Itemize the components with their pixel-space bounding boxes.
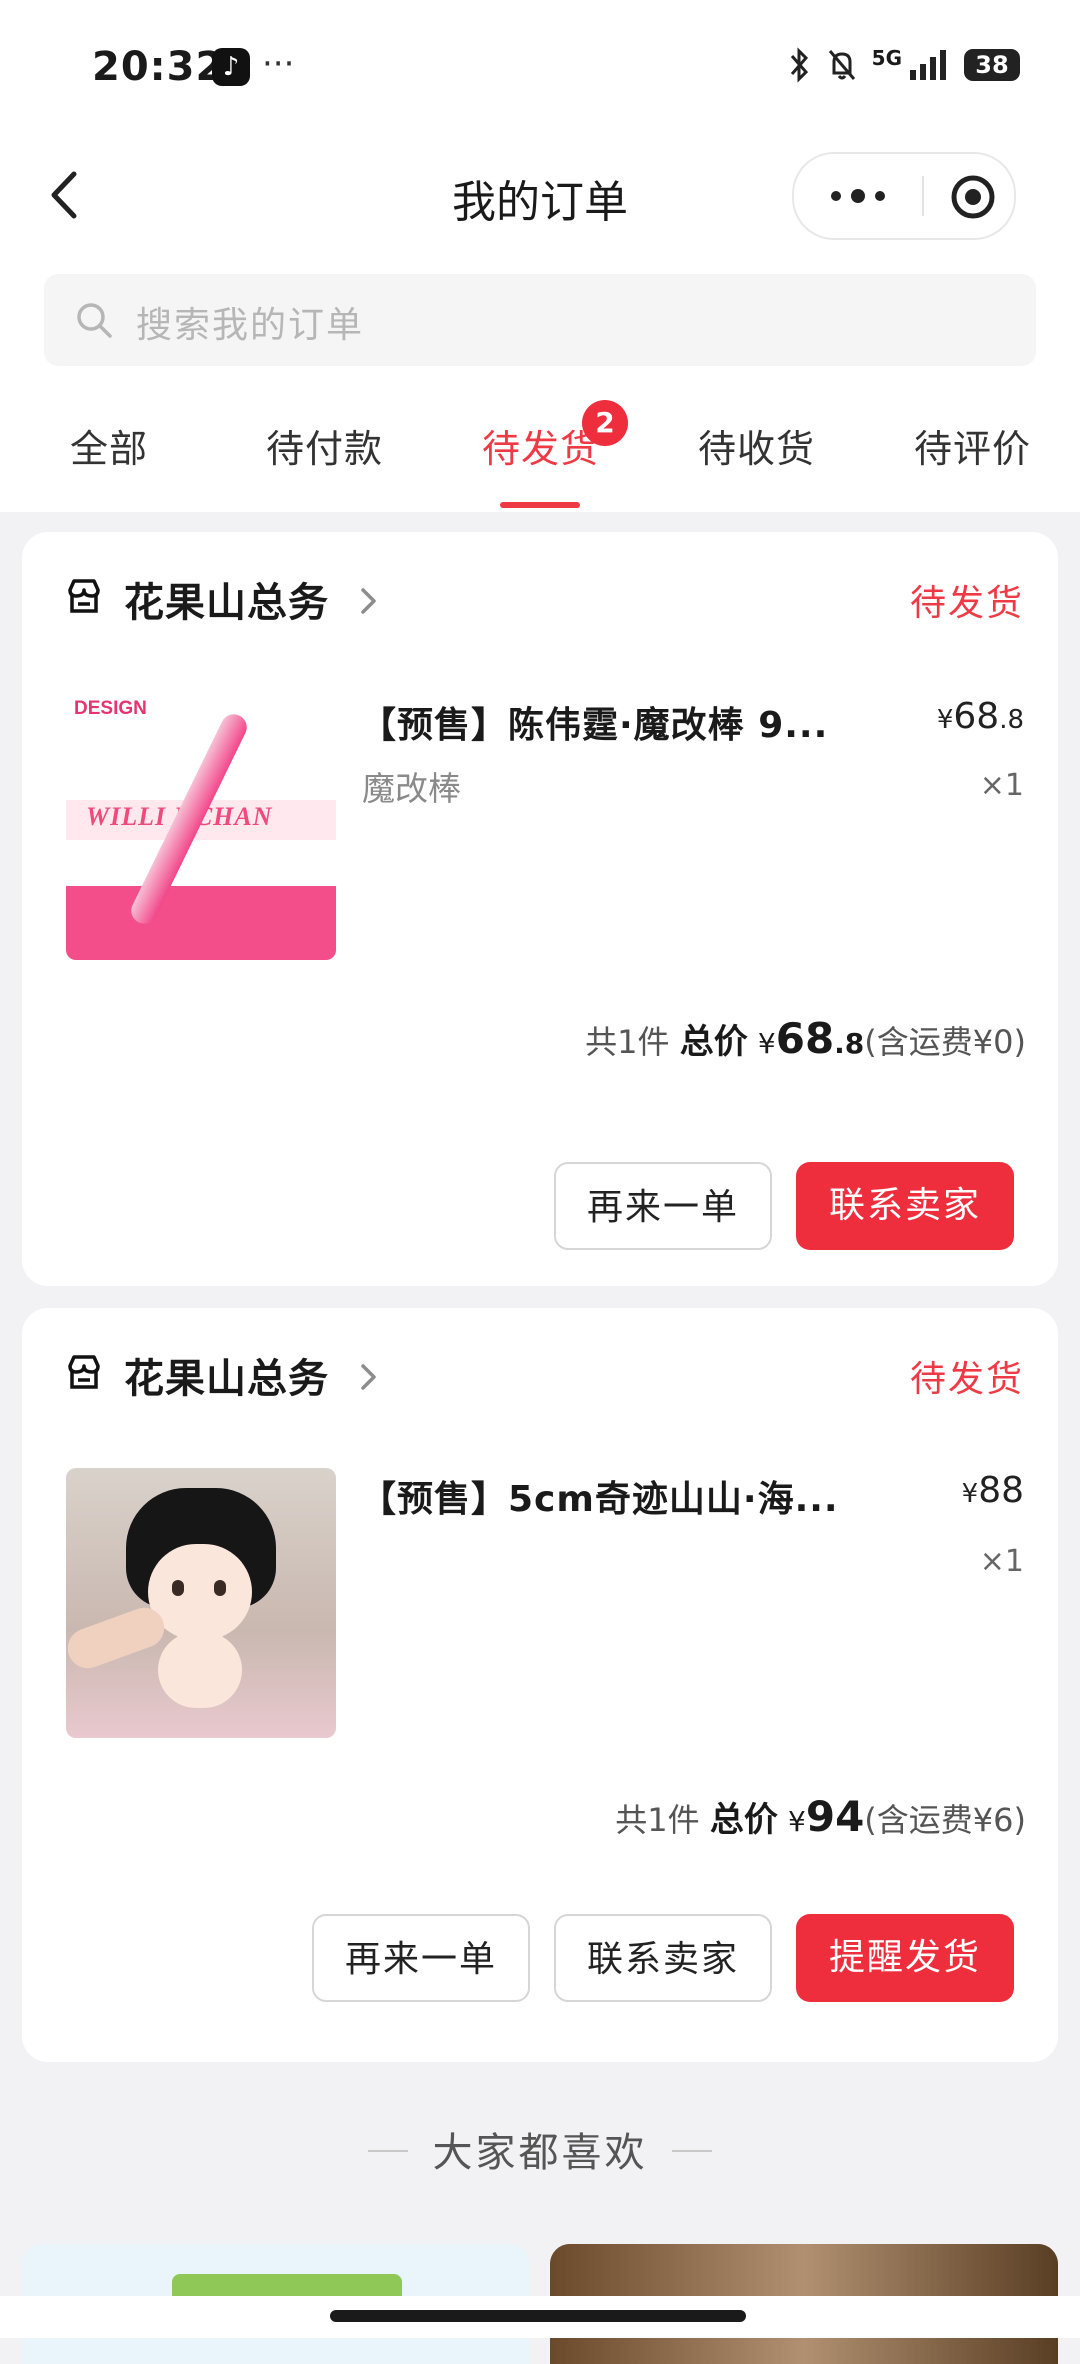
product-spec: 魔改棒 — [362, 769, 461, 808]
product-quantity: ×1 — [979, 1544, 1024, 1579]
tab-pending-receipt[interactable]: 待收货 — [698, 418, 815, 473]
battery-icon: 38 — [964, 49, 1020, 81]
tiktok-icon: ♪ — [212, 48, 250, 86]
order-tabs: 全部 待付款 待发货 2 待收货 待评价 — [0, 370, 1080, 512]
product-price: ¥88 — [961, 1470, 1024, 1511]
mute-bell-icon — [828, 50, 855, 80]
navigation-bar: 我的订单 — [0, 140, 1080, 260]
shop-icon — [68, 579, 100, 613]
thumb-pink-base — [66, 886, 336, 960]
contact-seller-button[interactable]: 联系卖家 — [796, 1162, 1014, 1250]
capsule-divider — [922, 176, 924, 216]
hand-shape — [66, 1602, 170, 1674]
tab-count-badge: 2 — [582, 400, 628, 446]
tab-pending-payment[interactable]: 待付款 — [266, 418, 383, 473]
product-price: ¥68.8 — [936, 696, 1024, 737]
signal-icon — [910, 50, 946, 80]
target-icon[interactable] — [950, 174, 996, 220]
product-quantity: ×1 — [979, 768, 1024, 803]
plush-eye-right — [214, 1580, 226, 1596]
more-dots-icon[interactable] — [828, 186, 888, 206]
search-placeholder: 搜索我的订单 — [136, 305, 365, 346]
order-status: 待发货 — [909, 583, 1024, 624]
tab-all[interactable]: 全部 — [70, 418, 148, 473]
order-status: 待发货 — [909, 1359, 1024, 1400]
divider-line — [672, 2150, 712, 2152]
chevron-right-icon[interactable] — [358, 586, 380, 616]
bluetooth-icon — [790, 47, 808, 83]
plush-eye-left — [172, 1580, 184, 1596]
more-notifications-icon: ··· — [262, 44, 295, 84]
recommend-title: 大家都喜欢 — [432, 2130, 648, 2176]
search-area: 搜索我的订单 — [0, 260, 1080, 370]
search-input[interactable]: 搜索我的订单 — [44, 274, 1036, 366]
order-summary: 共1件 总价 ¥94(含运费¥6) — [615, 1792, 1026, 1841]
contact-seller-button[interactable]: 联系卖家 — [554, 1914, 772, 2002]
order-summary: 共1件 总价 ¥68.8(含运费¥0) — [585, 1014, 1026, 1063]
thumb-design-text: DESIGN — [74, 698, 147, 719]
shop-name[interactable]: 花果山总务 — [124, 570, 329, 628]
product-image[interactable] — [66, 1468, 336, 1738]
status-bar: 20:32 ♪ ··· 5G 38 — [0, 0, 1080, 140]
product-title[interactable]: 【预售】陈伟霆·魔改棒 9... — [360, 696, 828, 748]
order-card[interactable]: 花果山总务 待发货 【预售】5cm奇迹山山·海... ¥88 ×1 共1件 总价… — [22, 1308, 1058, 2062]
home-indicator[interactable] — [330, 2310, 746, 2322]
miniprogram-capsule — [792, 152, 1016, 240]
network-label: 5G — [871, 46, 902, 70]
remind-shipment-button[interactable]: 提醒发货 — [796, 1914, 1014, 2002]
active-tab-indicator — [500, 502, 580, 508]
status-time: 20:32 — [92, 44, 225, 90]
shop-icon — [68, 1355, 100, 1389]
search-icon — [77, 303, 112, 338]
shop-name[interactable]: 花果山总务 — [124, 1346, 329, 1404]
order-card[interactable]: 花果山总务 待发货 DESIGN WILLI HCHAN 【预售】陈伟霆·魔改棒… — [22, 532, 1058, 1286]
chevron-right-icon[interactable] — [358, 1362, 380, 1392]
status-icons: 5G 38 — [786, 40, 1020, 90]
reorder-button[interactable]: 再来一单 — [312, 1914, 530, 2002]
product-image[interactable]: DESIGN WILLI HCHAN — [66, 690, 336, 960]
tab-pending-review[interactable]: 待评价 — [914, 418, 1031, 473]
plush-body — [158, 1632, 242, 1708]
reorder-button[interactable]: 再来一单 — [554, 1162, 772, 1250]
product-title[interactable]: 【预售】5cm奇迹山山·海... — [360, 1470, 839, 1522]
